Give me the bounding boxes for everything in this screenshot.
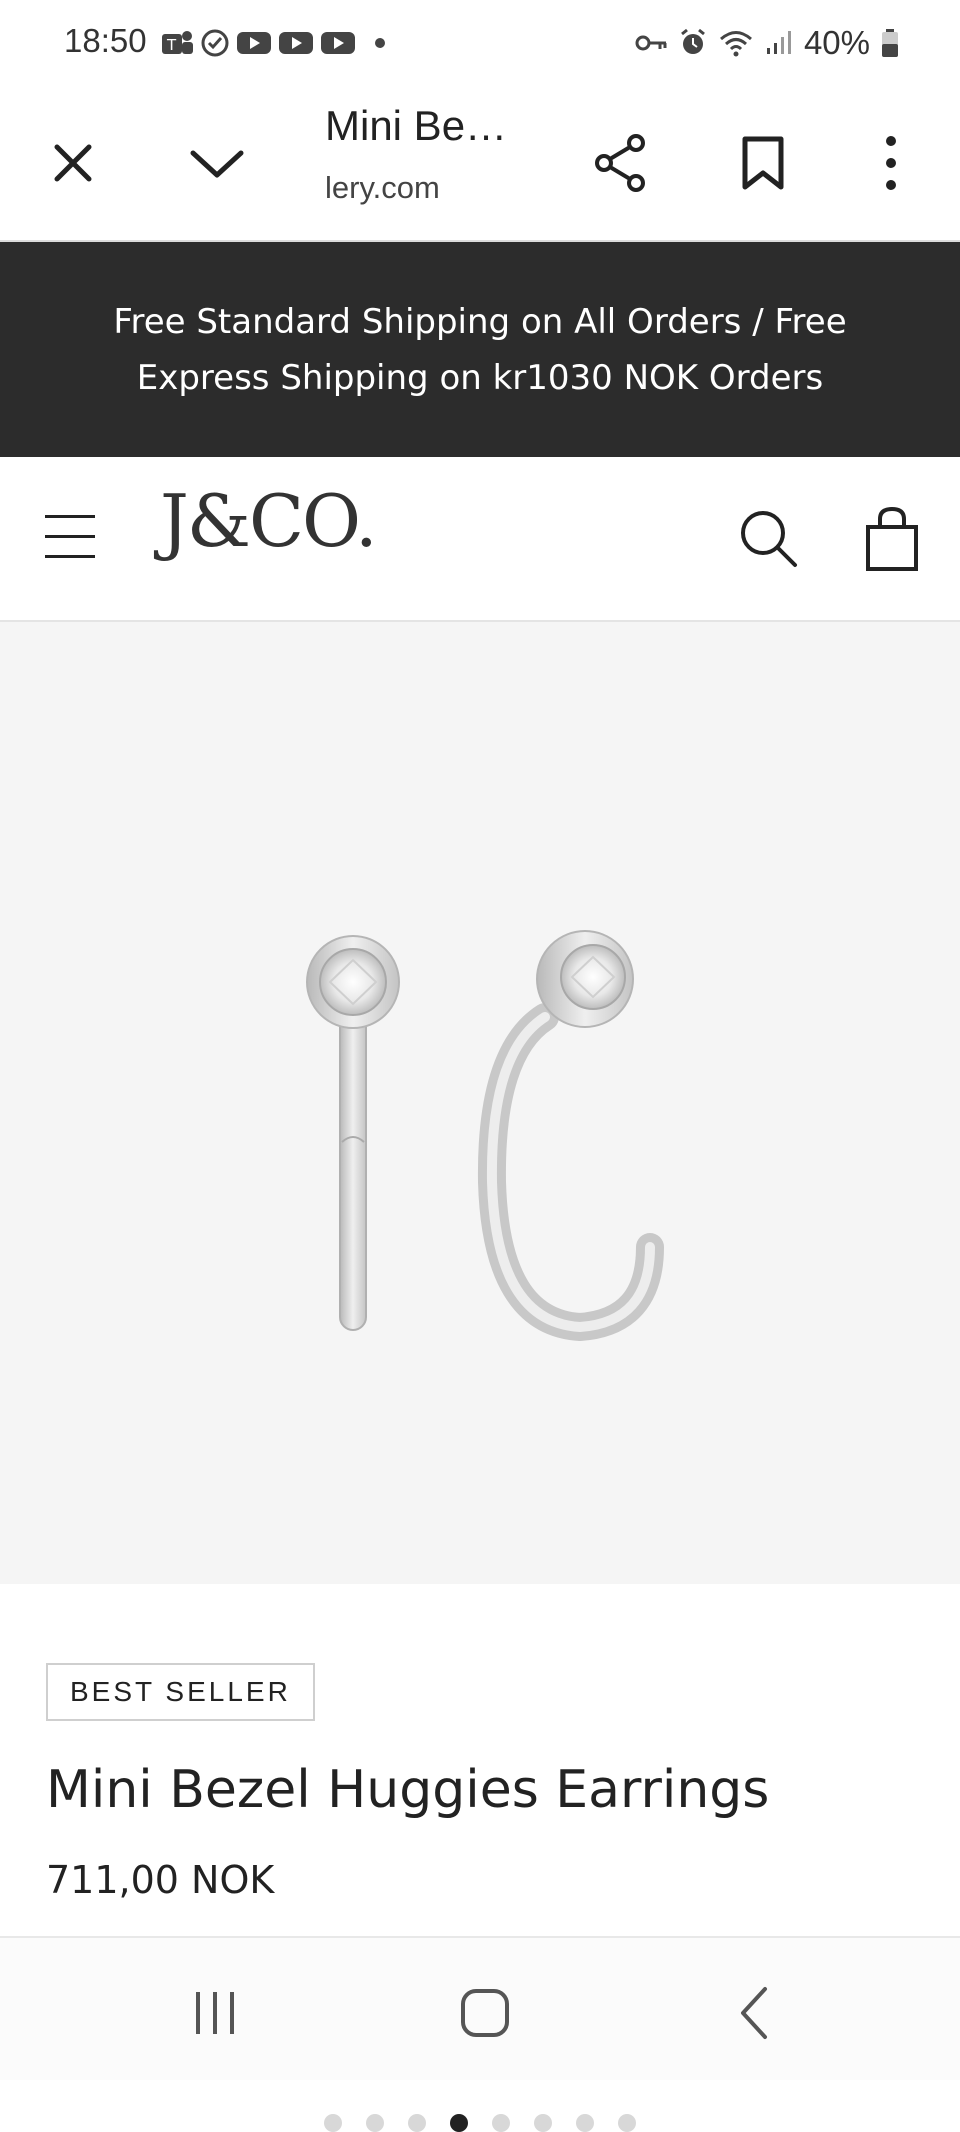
teams-icon: T <box>162 31 193 54</box>
gallery-dot[interactable] <box>450 2114 468 2132</box>
battery-icon <box>882 29 898 57</box>
menu-button[interactable] <box>40 507 100 567</box>
bookmark-icon <box>742 136 784 190</box>
share-icon <box>595 134 645 192</box>
gallery-dot[interactable] <box>324 2114 342 2132</box>
close-icon <box>54 144 92 182</box>
status-bar: 18:50 T 40% <box>0 0 960 90</box>
gallery-dot[interactable] <box>534 2114 552 2132</box>
key-icon <box>635 35 667 51</box>
product-image-gallery[interactable] <box>0 622 960 2132</box>
gallery-dot[interactable] <box>576 2114 594 2132</box>
search-button[interactable] <box>735 505 805 575</box>
cart-button[interactable] <box>862 505 922 575</box>
gallery-dot[interactable] <box>408 2114 426 2132</box>
dot-icon <box>375 38 385 48</box>
chevron-down-icon <box>190 150 244 178</box>
back-button[interactable] <box>720 1978 790 2048</box>
bookmark-button[interactable] <box>718 118 808 208</box>
share-button[interactable] <box>575 118 665 208</box>
shipping-banner: Free Standard Shipping on All Orders / F… <box>0 242 960 457</box>
signal-icon <box>766 31 791 54</box>
site-logo[interactable]: J&CO. <box>160 479 378 563</box>
page-title[interactable]: Mini Be… <box>325 102 507 150</box>
more-options-button[interactable] <box>846 118 936 208</box>
recent-apps-button[interactable] <box>180 1978 250 2048</box>
home-button[interactable] <box>450 1978 520 2048</box>
system-icons: 40% <box>634 24 900 62</box>
wifi-icon <box>719 31 752 57</box>
browser-toolbar: Mini Be… lery.com <box>0 90 960 242</box>
gallery-dot[interactable] <box>492 2114 510 2132</box>
shipping-banner-text: Free Standard Shipping on All Orders / F… <box>113 301 847 398</box>
product-price: 711,00 NOK <box>46 1858 275 1902</box>
youtube-icon <box>279 32 313 54</box>
gallery-dot[interactable] <box>618 2114 636 2132</box>
product-title: Mini Bezel Huggies Earrings <box>46 1760 770 1820</box>
status-time: 18:50 <box>64 22 147 59</box>
best-seller-badge: BEST SELLER <box>46 1663 315 1721</box>
check-circle-icon <box>201 29 229 57</box>
notification-icons: T <box>160 28 392 58</box>
more-vertical-icon <box>886 136 896 190</box>
battery-percent: 40% <box>803 24 870 61</box>
svg-text:T: T <box>166 36 177 54</box>
site-header: J&CO. <box>0 457 960 622</box>
hamburger-icon <box>45 515 95 518</box>
youtube-icon <box>237 32 271 54</box>
youtube-icon <box>321 32 355 54</box>
close-tab-button[interactable] <box>28 118 118 208</box>
search-icon <box>741 511 797 567</box>
home-icon <box>461 1989 509 2037</box>
system-navigation-bar <box>0 1936 960 2080</box>
gallery-dot[interactable] <box>366 2114 384 2132</box>
alarm-icon <box>681 28 705 54</box>
gallery-pagination[interactable] <box>0 2114 960 2132</box>
minimize-button[interactable] <box>172 118 262 208</box>
recent-apps-icon <box>196 1992 234 2034</box>
shopping-bag-icon <box>866 506 918 571</box>
back-icon <box>741 1987 767 2039</box>
product-image <box>306 930 664 1342</box>
page-domain[interactable]: lery.com <box>325 170 440 206</box>
